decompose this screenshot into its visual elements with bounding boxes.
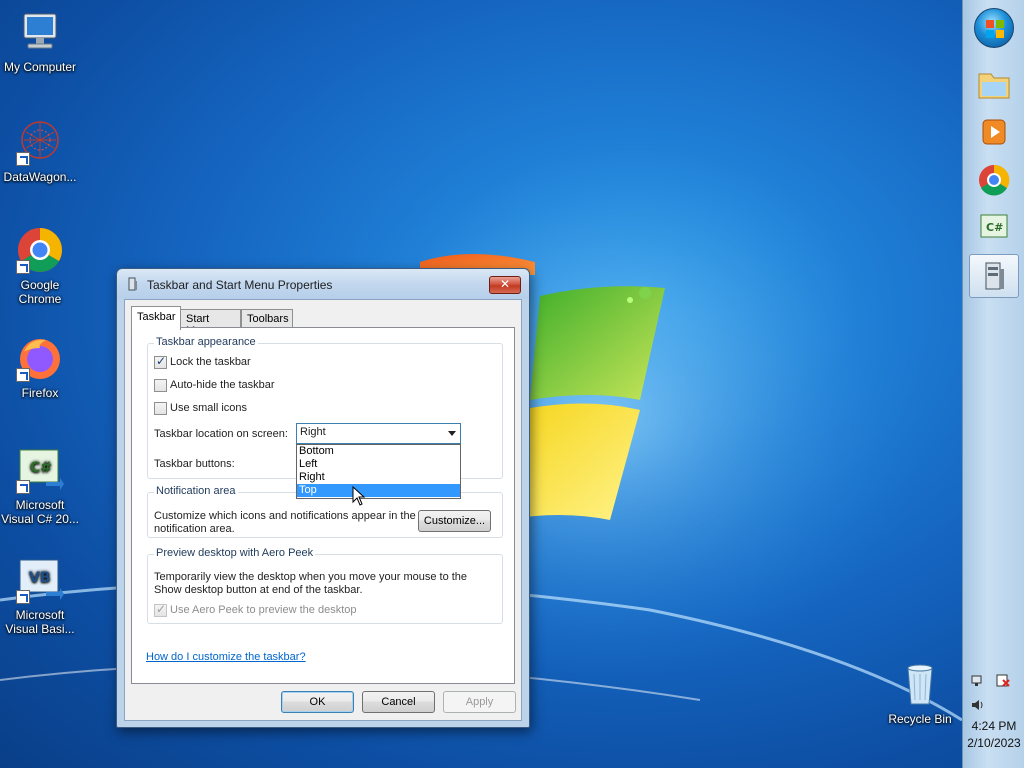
desktop-icon-label: Firefox <box>21 386 59 400</box>
desktop-icon-datawagon[interactable]: DataWagon... <box>0 118 80 184</box>
desktop-icon-label: Microsoft Visual C# 20... <box>1 498 79 526</box>
desktop-icon-recycle-bin[interactable]: Recycle Bin <box>880 660 960 726</box>
option-right[interactable]: Right <box>297 471 460 484</box>
close-button[interactable]: ✕ <box>489 276 521 294</box>
start-button[interactable] <box>974 8 1014 48</box>
network-icon[interactable] <box>971 674 987 688</box>
folder-icon <box>978 73 1010 99</box>
svg-text:C#: C# <box>986 221 1003 234</box>
location-label: Taskbar location on screen: <box>154 428 288 440</box>
apply-button[interactable]: Apply <box>443 691 516 713</box>
chrome-icon <box>979 164 1010 196</box>
ok-button[interactable]: OK <box>281 691 354 713</box>
desktop-icon-label: Recycle Bin <box>888 712 952 726</box>
option-top[interactable]: Top <box>297 484 460 497</box>
desktop-icon-google-chrome[interactable]: Google Chrome <box>0 226 80 306</box>
svg-text:VB: VB <box>29 570 51 586</box>
taskbar: C# 4:24 PM 2/10/2023 <box>962 0 1024 768</box>
window-title: Taskbar and Start Menu Properties <box>147 278 333 292</box>
computer-icon <box>16 8 64 56</box>
option-bottom[interactable]: Bottom <box>297 445 460 458</box>
group-title: Preview desktop with Aero Peek <box>154 547 316 559</box>
taskbar-properties-icon <box>128 277 137 291</box>
media-player-icon <box>982 119 1006 145</box>
chevron-down-icon <box>448 431 456 436</box>
desktop-icon-label: Microsoft Visual Basi... <box>5 608 75 636</box>
dialog-client-area: Taskbar Start Menu Toolbars Taskbar appe… <box>124 299 522 721</box>
lock-taskbar-label[interactable]: Lock the taskbar <box>170 356 251 368</box>
small-icons-checkbox[interactable] <box>154 402 167 415</box>
shortcut-arrow-icon <box>16 260 30 274</box>
recycle-bin-icon <box>896 660 944 708</box>
taskbar-properties-icon <box>985 262 1004 290</box>
group-title: Taskbar appearance <box>154 336 258 348</box>
volume-icon[interactable] <box>971 698 987 712</box>
svg-text:C#: C# <box>30 460 52 476</box>
autohide-checkbox[interactable] <box>154 379 167 392</box>
windows-logo-icon <box>986 20 1004 38</box>
desktop-icon-visual-basic[interactable]: VB Microsoft Visual Basi... <box>0 556 80 636</box>
option-left[interactable]: Left <box>297 458 460 471</box>
shortcut-arrow-icon <box>16 152 30 166</box>
notification-text-1: Customize which icons and notifications … <box>154 510 416 522</box>
chrome-icon <box>16 226 64 274</box>
autohide-label[interactable]: Auto-hide the taskbar <box>170 379 275 391</box>
cancel-button[interactable]: Cancel <box>362 691 435 713</box>
desktop-icon-my-computer[interactable]: My Computer <box>0 8 80 74</box>
desktop-icon-visual-csharp[interactable]: C# Microsoft Visual C# 20... <box>0 446 80 526</box>
customize-button[interactable]: Customize... <box>418 510 491 532</box>
firefox-icon <box>16 334 64 382</box>
aero-peek-checkbox[interactable] <box>154 602 167 617</box>
tab-taskbar[interactable]: Taskbar <box>131 306 181 330</box>
taskbar-tab-panel: Taskbar appearance Lock the taskbar Auto… <box>131 327 515 684</box>
location-select-value: Right <box>300 426 326 438</box>
lock-taskbar-checkbox[interactable] <box>154 354 167 369</box>
tab-toolbars[interactable]: Toolbars <box>241 309 293 329</box>
location-select[interactable]: Right <box>296 423 461 444</box>
taskbar-buttons-label: Taskbar buttons: <box>154 458 235 470</box>
taskbar-chrome-button[interactable] <box>969 158 1019 202</box>
location-dropdown-list: Bottom Left Right Top <box>296 444 461 499</box>
taskbar-media-player-button[interactable] <box>969 110 1019 154</box>
shortcut-arrow-icon <box>16 590 30 604</box>
datawagon-icon <box>16 118 64 166</box>
taskbar-explorer-button[interactable] <box>969 64 1019 108</box>
aero-peek-text-1: Temporarily view the desktop when you mo… <box>154 571 468 583</box>
small-icons-label[interactable]: Use small icons <box>170 402 247 414</box>
desktop-icon-label: Google Chrome <box>18 278 62 306</box>
desktop-icon-firefox[interactable]: Firefox <box>0 334 80 400</box>
visual-basic-icon: VB <box>16 556 64 604</box>
desktop-icon-label: My Computer <box>3 60 77 74</box>
clock-time[interactable]: 4:24 PM <box>963 719 1024 733</box>
aero-peek-text-2: Show desktop button at end of the taskba… <box>154 584 363 596</box>
mouse-cursor-icon <box>352 486 366 506</box>
clock-date[interactable]: 2/10/2023 <box>963 736 1024 750</box>
group-title: Notification area <box>154 485 238 497</box>
shortcut-arrow-icon <box>16 480 30 494</box>
taskbar-visual-csharp-button[interactable]: C# <box>969 206 1019 250</box>
desktop-icon-label: DataWagon... <box>3 170 77 184</box>
taskbar-properties-dialog: Taskbar and Start Menu Properties ✕ Task… <box>116 268 530 728</box>
aero-peek-label: Use Aero Peek to preview the desktop <box>170 604 357 616</box>
title-bar[interactable]: Taskbar and Start Menu Properties ✕ <box>117 269 529 299</box>
shortcut-arrow-icon <box>16 368 30 382</box>
taskbar-properties-button[interactable] <box>969 254 1019 298</box>
notification-text-2: notification area. <box>154 523 235 535</box>
tab-start-menu[interactable]: Start Menu <box>180 309 241 337</box>
visual-csharp-icon: C# <box>980 214 1008 238</box>
visual-csharp-icon: C# <box>16 446 64 494</box>
action-center-icon[interactable] <box>995 674 1011 688</box>
help-link[interactable]: How do I customize the taskbar? <box>146 651 306 663</box>
